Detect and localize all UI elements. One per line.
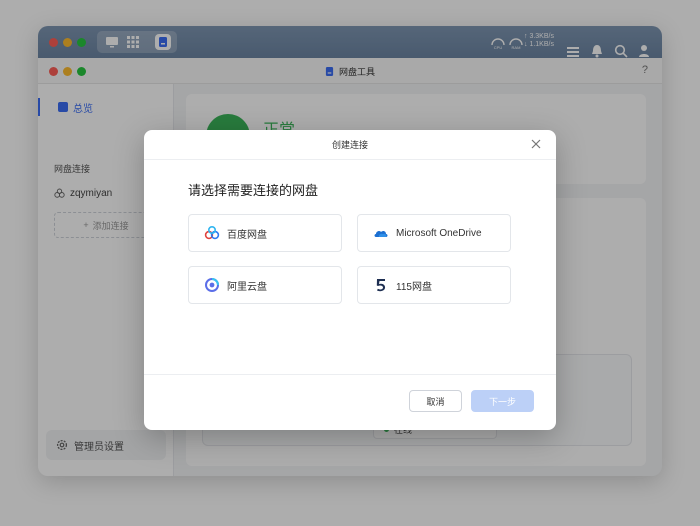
- app-titlebar: 网盘工具 ?: [38, 58, 662, 84]
- next-button[interactable]: 下一步: [471, 390, 534, 412]
- desktop-close-dot[interactable]: [49, 38, 58, 47]
- desktop-minimize-dot[interactable]: [63, 38, 72, 47]
- ram-gauge-icon[interactable]: RAM: [508, 26, 524, 58]
- network-speed: ↑ 3.3KB/s ↓ 1.1KB/s: [524, 33, 554, 48]
- option-onedrive[interactable]: Microsoft OneDrive: [357, 214, 511, 252]
- monitor-icon[interactable]: [105, 35, 119, 49]
- dialog-prompt: 请选择需要连接的网盘: [188, 183, 319, 198]
- window-title: 网盘工具: [38, 58, 662, 84]
- system-topbar: CPU RAM ↑ 3.3KB/s ↓ 1.1KB/s: [38, 26, 662, 58]
- desktop-zoom-dot[interactable]: [77, 38, 86, 47]
- netdisk-title-icon: [325, 66, 334, 76]
- option-aliyun-drive[interactable]: 阿里云盘: [188, 266, 342, 304]
- net-down-value: 1.1KB/s: [529, 41, 554, 48]
- active-indicator: [38, 98, 40, 116]
- baidu-netdisk-icon: [204, 225, 220, 240]
- add-connection-label: 添加连接: [92, 220, 129, 231]
- netdisk-app-glyph-icon: [159, 37, 167, 47]
- option-label: 115网盘: [396, 281, 432, 293]
- section-title: 网盘连接: [54, 164, 91, 174]
- onedrive-icon: [374, 230, 388, 237]
- option-115[interactable]: 115网盘: [357, 266, 511, 304]
- cancel-button[interactable]: 取消: [409, 390, 462, 412]
- svg-text:RAM: RAM: [512, 45, 521, 50]
- window-title-text: 网盘工具: [338, 66, 375, 77]
- option-label: Microsoft OneDrive: [396, 227, 482, 239]
- option-label: 阿里云盘: [227, 281, 267, 293]
- create-connection-dialog: 创建连接 请选择需要连接的网盘 百度网盘 Microsoft OneDrive …: [144, 130, 556, 430]
- gear-icon: [56, 439, 68, 451]
- sidebar-item-overview[interactable]: 总览: [38, 96, 174, 118]
- sidebar-item-account[interactable]: zqymiyan: [54, 188, 112, 199]
- dialog-footer-divider: [144, 374, 556, 375]
- netdisk-app-icon[interactable]: [155, 34, 171, 50]
- add-connection-button[interactable]: + 添加连接: [54, 212, 158, 238]
- dock: [97, 31, 177, 53]
- dialog-header: 创建连接: [144, 130, 556, 160]
- baidu-netdisk-icon: [54, 188, 65, 198]
- cpu-gauge-icon[interactable]: CPU: [490, 26, 506, 58]
- admin-settings-label: 管理员设置: [74, 441, 124, 453]
- admin-settings-button[interactable]: 管理员设置: [46, 430, 166, 460]
- svg-text:CPU: CPU: [494, 45, 503, 50]
- option-label: 百度网盘: [227, 229, 267, 241]
- close-icon[interactable]: [530, 138, 542, 150]
- app-grid-icon[interactable]: [126, 35, 140, 49]
- sidebar-item-label: 总览: [73, 104, 93, 115]
- dialog-title: 创建连接: [331, 140, 368, 150]
- 115-icon: [376, 279, 386, 292]
- overview-icon: [58, 102, 68, 112]
- net-up-value: 3.3KB/s: [529, 33, 554, 40]
- option-baidu-netdisk[interactable]: 百度网盘: [188, 214, 342, 252]
- help-button[interactable]: ?: [642, 64, 648, 76]
- plus-icon: +: [83, 220, 89, 230]
- aliyun-drive-icon: [205, 278, 219, 292]
- account-name: zqymiyan: [70, 188, 113, 199]
